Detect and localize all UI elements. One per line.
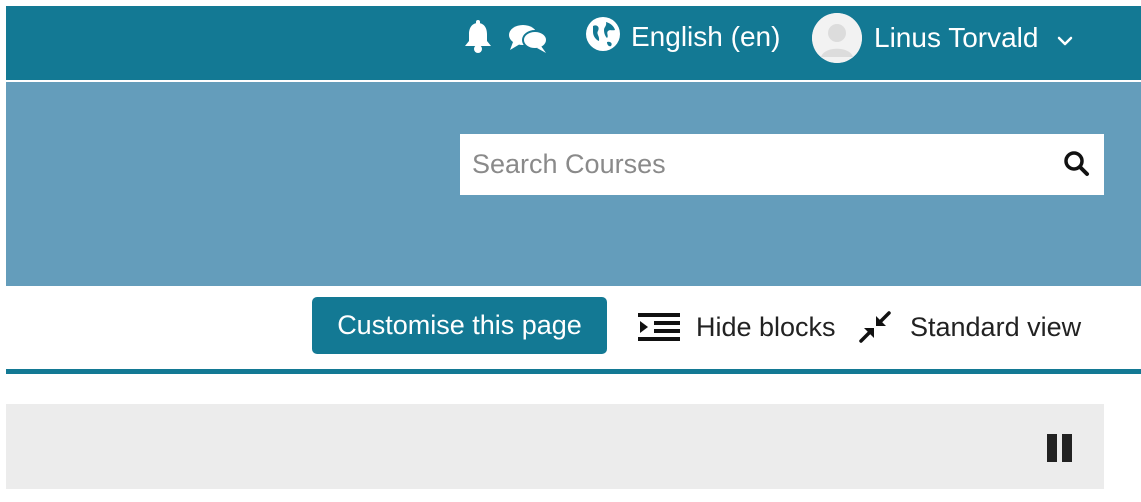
compress-icon [858,310,892,344]
user-name: Linus Torvald [874,22,1039,53]
search-icon[interactable] [1062,149,1092,179]
outdent-icon [638,311,680,343]
customise-page-button[interactable]: Customise this page [312,297,607,354]
customise-page-label: Customise this page [337,310,582,340]
bell-icon[interactable] [462,20,494,54]
user-menu[interactable]: Linus Torvald [812,12,1076,64]
hide-blocks-link[interactable]: Hide blocks [638,306,836,348]
language-label: English (en) [631,21,781,52]
page-root: English (en) Linus Torvald Cus [0,0,1141,502]
chevron-down-icon[interactable] [1054,27,1076,49]
standard-view-link[interactable]: Standard view [858,306,1081,348]
hide-blocks-label: Hide blocks [696,311,836,342]
globe-icon [585,16,621,59]
standard-view-label: Standard view [910,311,1082,342]
pause-icon[interactable] [1045,433,1075,463]
divider [6,369,1141,374]
language-menu[interactable]: English (en) [585,16,781,59]
search-input[interactable] [460,138,1044,191]
avatar [812,13,862,63]
content-block [6,404,1104,489]
chat-bubbles-icon[interactable] [507,22,549,54]
course-search [460,134,1104,195]
